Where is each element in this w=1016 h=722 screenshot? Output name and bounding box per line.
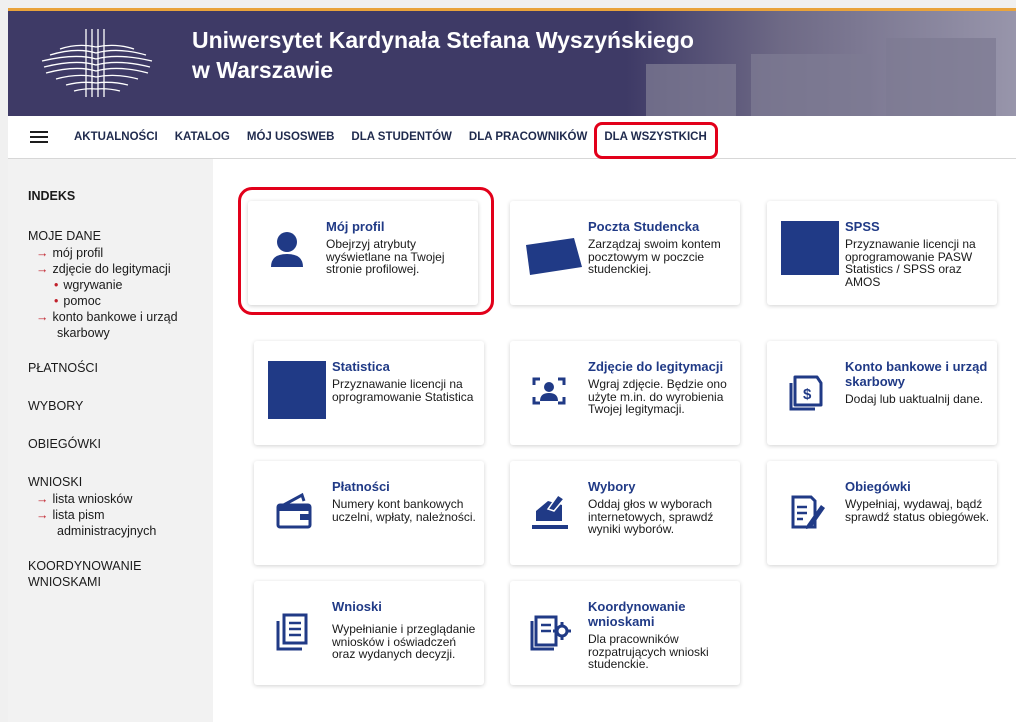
sidebar-section-wnioski[interactable]: WNIOSKI [28,475,213,489]
sidebar-section-koordynowanie[interactable]: KOORDYNOWANIE [28,559,213,573]
card-title: Poczta Studencka [588,219,700,234]
hamburger-menu-icon[interactable] [30,131,48,143]
card-title: Płatności [332,479,390,494]
arrow-right-icon: → [36,246,49,260]
bank-document-icon: $ [789,375,823,411]
svg-text:$: $ [803,386,812,403]
ballot-box-icon [532,493,568,529]
card-description: Przyznawanie licencji na oprogramowanie … [332,377,474,404]
card-title: Wnioski [332,599,382,614]
highlight-frame [238,187,494,315]
nav-dla-studentow[interactable]: DLA STUDENTÓW [351,131,452,143]
sidebar-heading[interactable]: INDEKS [28,189,213,203]
sidebar-section-moje-dane[interactable]: MOJE DANE [28,229,213,243]
bullet-icon: • [54,278,59,292]
card-wybory[interactable]: Wybory Oddaj głos w wyborach internetowy… [510,461,740,565]
card-koordynowanie-wnioskami[interactable]: Koordynowanie wnioskami Dla pracowników … [510,581,740,685]
card-description: Dodaj lub uaktualnij dane. [845,392,984,406]
card-spss[interactable]: SPSS Przyznawanie licencji na oprogramow… [767,201,997,305]
sidebar-section-wybory[interactable]: WYBORY [28,399,213,413]
card-statistica[interactable]: Statistica Przyznawanie licencji na opro… [254,341,484,445]
wallet-icon [276,492,312,529]
card-konto-bankowe[interactable]: $ Konto bankowe i urząd skarbowy Dodaj l… [767,341,997,445]
university-title[interactable]: Uniwersytet Kardynała Stefana Wyszyńskie… [192,25,712,85]
mail-logo-icon [526,238,582,275]
card-description: Dla pracowników rozpatrujących wnioski s… [588,632,709,671]
card-title: Konto bankowe i urząd skarbowy [845,359,988,389]
sidebar-link-pomoc[interactable]: • pomoc [28,293,213,309]
photo-id-icon [532,377,566,405]
card-platnosci[interactable]: Płatności Numery kont bankowych uczelni,… [254,461,484,565]
form-document-icon [276,613,308,651]
card-zdjecie-do-legitymacji[interactable]: Zdjęcie do legitymacji Wgraj zdjęcie. Bę… [510,341,740,445]
card-poczta-studencka[interactable]: Poczta Studencka Zarządzaj swoim kontem … [510,201,740,305]
nav-dla-pracownikow[interactable]: DLA PRACOWNIKÓW [469,131,587,143]
card-title: Zdjęcie do legitymacji [588,359,724,374]
sidebar-link-lista-wnioskow[interactable]: → lista wniosków [28,491,213,507]
card-description: Numery kont bankowych uczelni, wpłaty, n… [332,497,476,524]
arrow-right-icon: → [36,262,49,276]
sidebar-link-lista-pism-cont[interactable]: administracyjnych [28,523,213,539]
card-description: Oddaj głos w wyborach internetowych, spr… [588,497,714,536]
card-title: Statistica [332,359,390,374]
card-wnioski[interactable]: Wnioski Wypełnianie i przeglądanie wnios… [254,581,484,685]
card-obiegowki[interactable]: Obiegówki Wypełniaj, wydawaj, bądź spraw… [767,461,997,565]
nav-moj-usosweb[interactable]: MÓJ USOSWEB [247,131,335,143]
page-frame: Uniwersytet Kardynała Stefana Wyszyńskie… [8,8,1016,722]
card-title: SPSS [845,219,880,234]
bullet-icon: • [54,294,59,308]
arrow-right-icon: → [36,492,49,506]
sidebar-link-lista-pism[interactable]: → lista pism [28,507,213,523]
sidebar-link-wgrywanie[interactable]: • wgrywanie [28,277,213,293]
top-navigation: AKTUALNOŚCI KATALOG MÓJ USOSWEB DLA STUD… [8,116,1016,159]
sidebar-link-zdjecie[interactable]: → zdjęcie do legitymacji [28,261,213,277]
sidebar-link-konto-bankowe[interactable]: → konto bankowe i urząd [28,309,213,325]
card-description: Zarządzaj swoim kontem pocztowym w poczc… [588,237,721,276]
header-banner: Uniwersytet Kardynała Stefana Wyszyńskie… [8,11,1016,116]
sidebar-link-moj-profil[interactable]: → mój profil [28,245,213,261]
sidebar-section-platnosci[interactable]: PŁATNOŚCI [28,361,213,375]
tiles-area: Mój profil Obejrzyj atrybuty wyświetlane… [213,159,1016,722]
sidebar-link-konto-bankowe-cont[interactable]: skarbowy [28,325,213,341]
arrow-right-icon: → [36,310,49,324]
nav-katalog[interactable]: KATALOG [175,131,230,143]
sidebar-section-koordynowanie-cont[interactable]: WNIOSKAMI [28,575,213,589]
document-gear-icon [530,615,571,651]
checklist-edit-icon [791,495,825,529]
card-description: Wgraj zdjęcie. Będzie ono użyte m.in. do… [588,377,727,416]
card-description: Wypełniaj, wydawaj, bądź sprawdź status … [845,497,990,524]
arrow-right-icon: → [36,508,49,522]
nav-dla-wszystkich[interactable]: DLA WSZYSTKICH [594,122,719,159]
university-logo-icon[interactable] [36,25,158,101]
card-title: Koordynowanie wnioskami [588,599,686,629]
nav-aktualnosci[interactable]: AKTUALNOŚCI [74,131,158,143]
sidebar-section-obiegowki[interactable]: OBIEGÓWKI [28,437,213,451]
card-description: Wypełnianie i przeglądanie wniosków i oś… [332,622,476,661]
card-title: Wybory [588,479,636,494]
card-title: Obiegówki [845,479,911,494]
spss-logo-icon [781,221,839,275]
card-description: Przyznawanie licencji na oprogramowanie … [845,237,976,289]
statistica-logo-icon [268,361,326,419]
sidebar: INDEKS MOJE DANE → mój profil → zdjęcie do… [8,159,213,722]
